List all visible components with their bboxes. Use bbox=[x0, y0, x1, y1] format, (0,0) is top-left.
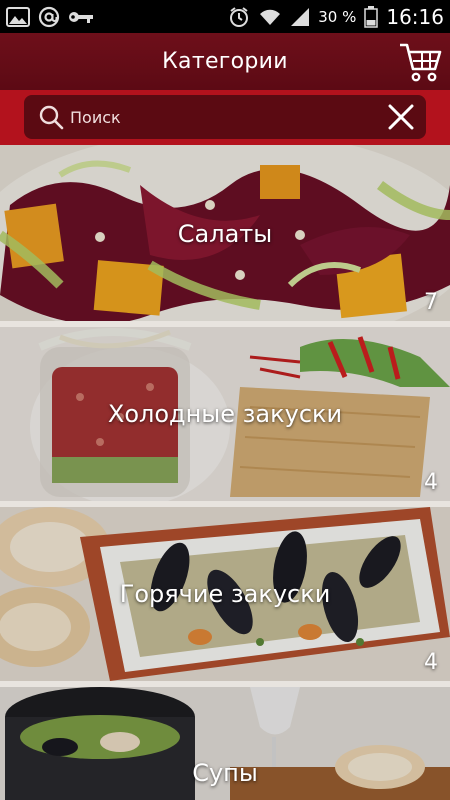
status-bar: 30 % 16:16 bbox=[0, 0, 450, 33]
search-input[interactable]: Поиск bbox=[24, 95, 426, 139]
category-name: Горячие закуски bbox=[119, 580, 331, 608]
category-name: Супы bbox=[192, 759, 258, 787]
category-item[interactable]: Салаты 7 bbox=[0, 145, 450, 321]
search-icon bbox=[39, 105, 64, 130]
app-bar: Категории bbox=[0, 33, 450, 90]
page-title: Категории bbox=[162, 49, 288, 74]
alarm-icon bbox=[230, 6, 249, 27]
cart-icon[interactable] bbox=[398, 41, 442, 83]
battery-percent: 30 % bbox=[318, 7, 357, 26]
category-count: 7 bbox=[424, 290, 438, 315]
category-count: 4 bbox=[424, 650, 438, 675]
search-placeholder: Поиск bbox=[70, 107, 121, 127]
close-icon[interactable] bbox=[386, 102, 416, 132]
category-name: Салаты bbox=[177, 220, 273, 248]
wifi-icon bbox=[260, 9, 281, 25]
category-item[interactable]: Горячие закуски 4 bbox=[0, 507, 450, 681]
at-icon bbox=[38, 6, 60, 27]
search-bar: Поиск bbox=[0, 90, 450, 145]
battery-icon bbox=[364, 5, 379, 28]
clock: 16:16 bbox=[386, 4, 444, 29]
key-icon bbox=[69, 11, 93, 23]
gallery-icon bbox=[6, 6, 30, 27]
category-name: Холодные закуски bbox=[107, 400, 343, 428]
category-count: 4 bbox=[424, 470, 438, 495]
category-item[interactable]: Холодные закуски 4 bbox=[0, 327, 450, 501]
category-item[interactable]: Супы bbox=[0, 687, 450, 800]
signal-icon bbox=[291, 7, 310, 26]
